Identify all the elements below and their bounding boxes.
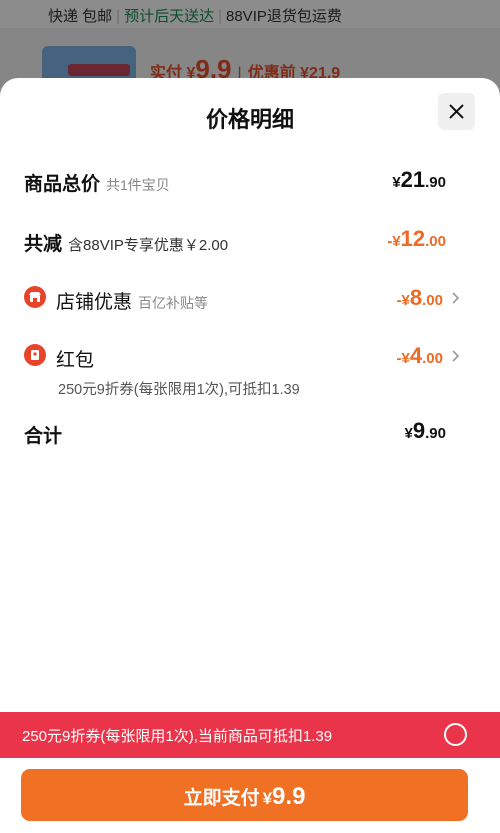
total-amount: ¥21.90 (392, 167, 446, 193)
reduction-int: 12 (400, 226, 426, 251)
reduction-currency: -¥ (387, 233, 401, 250)
store-discount-amount: -¥8.00 (397, 285, 443, 311)
subtotal-int: 9 (412, 418, 426, 443)
store-discount-sub: 百亿补贴等 (138, 295, 209, 311)
red-packet-chevron-icon[interactable] (451, 350, 461, 362)
store-discount-label: 店铺优惠 (56, 292, 133, 313)
subtotal-dec: .90 (425, 425, 446, 442)
store-discount-dec: .00 (422, 292, 443, 309)
sheet-title: 价格明细 (205, 107, 294, 132)
store-discount-chevron-icon[interactable] (451, 292, 461, 304)
total-dec: .90 (425, 174, 446, 191)
red-packet-amount: -¥4.00 (397, 343, 443, 369)
total-label: 商品总价 (24, 174, 101, 195)
subtotal-currency: ¥ (404, 425, 413, 442)
reduction-dec: .00 (425, 233, 446, 250)
coupon-banner[interactable]: 250元9折券(每张限用1次),当前商品可抵扣1.39 (0, 712, 500, 758)
total-sub: 共1件宝贝 (106, 177, 170, 193)
pay-button-currency: ¥ (262, 789, 273, 808)
red-packet-label: 红包 (56, 350, 95, 371)
total-currency: ¥ (392, 174, 401, 191)
red-packet-dec: .00 (422, 350, 443, 367)
total-row-label: 商品总价 共1件宝贝 (24, 169, 170, 196)
red-packet-int: 4 (409, 343, 423, 368)
close-icon (449, 104, 464, 119)
pay-now-button[interactable]: 立即支付 ¥9.9 (21, 769, 468, 821)
pay-button-amount: 9.9 (272, 783, 306, 810)
subtotal-label: 合计 (24, 426, 63, 447)
store-discount-int: 8 (409, 285, 423, 310)
red-packet-note: 250元9折券(每张限用1次),可抵扣1.39 (58, 382, 300, 398)
coupon-radio-button[interactable] (444, 723, 467, 746)
subtotal-amount: ¥9.90 (405, 418, 446, 444)
pay-button-label: 立即支付 (183, 788, 260, 809)
coupon-banner-text: 250元9折券(每张限用1次),当前商品可抵扣1.39 (22, 728, 333, 745)
store-icon (24, 286, 46, 308)
total-int: 21 (400, 167, 426, 192)
close-button[interactable] (438, 93, 475, 130)
reduction-label: 共减 (24, 234, 63, 255)
red-packet-row[interactable]: 红包 (56, 345, 94, 372)
reduction-row-label: 共减 含88VIP专享优惠￥2.00 (24, 229, 228, 256)
store-discount-currency: -¥ (396, 292, 410, 309)
reduction-amount: -¥12.00 (387, 226, 446, 252)
red-packet-icon (24, 344, 46, 366)
red-packet-currency: -¥ (396, 350, 410, 367)
store-discount-row[interactable]: 店铺优惠 百亿补贴等 (56, 287, 208, 314)
reduction-sub: 含88VIP专享优惠￥2.00 (68, 237, 229, 254)
